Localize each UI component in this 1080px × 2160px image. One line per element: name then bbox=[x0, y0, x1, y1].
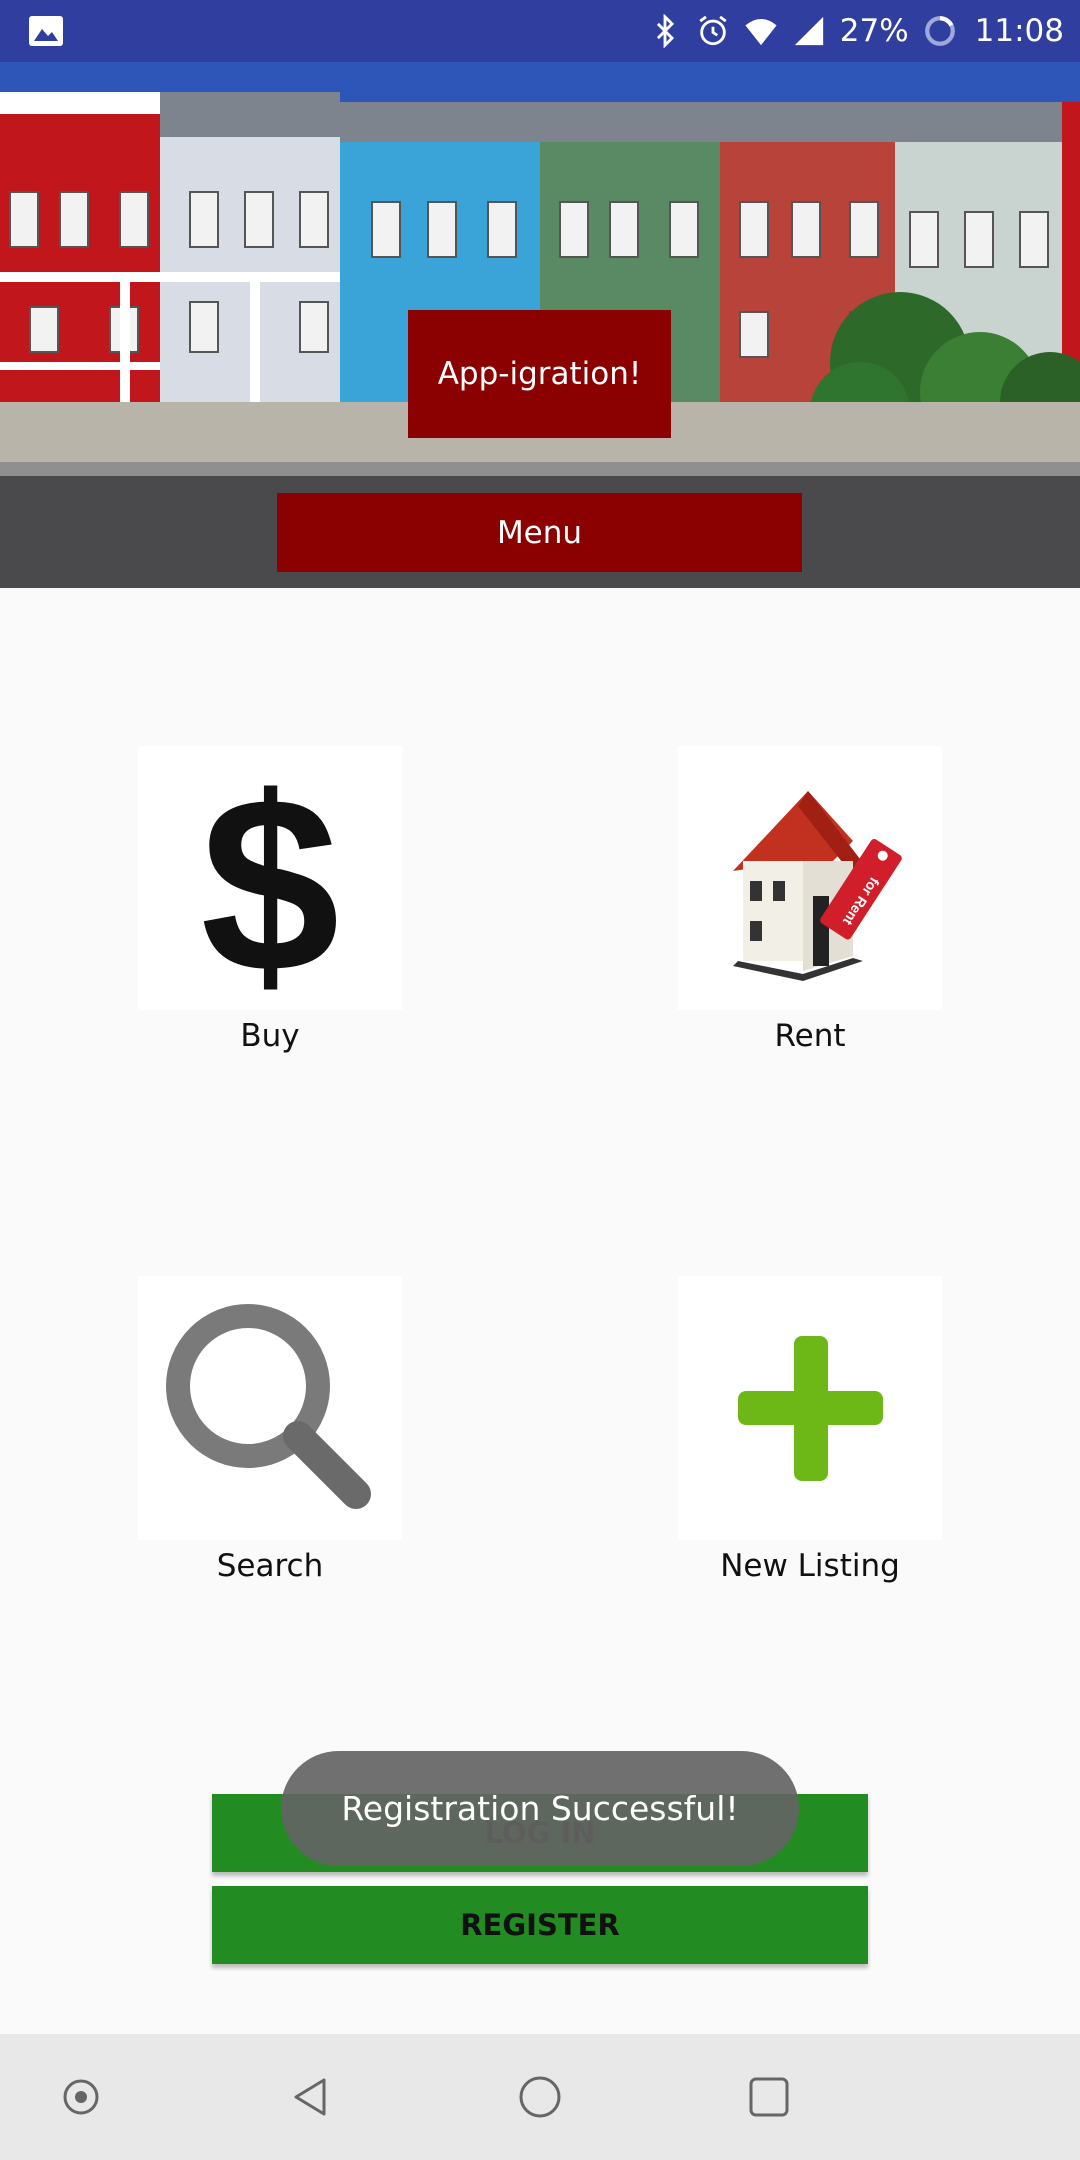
navigation-bar bbox=[0, 2034, 1080, 2160]
back-icon[interactable] bbox=[288, 2074, 334, 2120]
plus-icon bbox=[738, 1336, 883, 1481]
header-banner-image: App-igration! Menu bbox=[0, 62, 1080, 588]
battery-icon bbox=[924, 16, 955, 46]
status-bar: 27% 11:08 bbox=[0, 0, 1080, 62]
search-image[interactable] bbox=[138, 1276, 402, 1540]
signal-icon bbox=[794, 16, 823, 46]
clock: 11:08 bbox=[974, 13, 1064, 49]
alarm-icon bbox=[699, 15, 727, 46]
buy-label: Buy bbox=[240, 1018, 300, 1054]
battery-percentage: 27% bbox=[839, 13, 909, 49]
assist-icon[interactable] bbox=[58, 2074, 104, 2120]
bluetooth-icon bbox=[656, 14, 674, 48]
new-listing-image[interactable] bbox=[678, 1276, 942, 1540]
search-label: Search bbox=[216, 1548, 324, 1584]
magnifier-icon bbox=[166, 1304, 371, 1509]
svg-text:$: $ bbox=[200, 746, 339, 1010]
buy-tile[interactable]: $ Buy bbox=[138, 746, 402, 1054]
registration-toast: Registration Successful! bbox=[281, 1751, 799, 1866]
rent-image[interactable]: for Rent bbox=[678, 746, 942, 1010]
house-for-rent-icon: for Rent bbox=[733, 791, 902, 981]
register-button[interactable]: REGISTER bbox=[212, 1886, 868, 1964]
rent-label: Rent bbox=[774, 1018, 846, 1054]
new-listing-label: New Listing bbox=[720, 1548, 900, 1584]
menu-button[interactable]: Menu bbox=[277, 493, 802, 572]
home-icon[interactable] bbox=[517, 2074, 563, 2120]
wifi-icon bbox=[745, 18, 777, 46]
buy-image[interactable]: $ bbox=[138, 746, 402, 1010]
new-listing-tile[interactable]: New Listing bbox=[678, 1276, 942, 1584]
dollar-icon: $ bbox=[200, 746, 339, 1010]
app-screen: 27% 11:08 App-igration! Menu $ Buy for R… bbox=[0, 0, 1080, 2160]
recents-icon[interactable] bbox=[746, 2074, 792, 2120]
rent-tile[interactable]: for Rent Rent bbox=[678, 746, 942, 1054]
app-title: App-igration! bbox=[408, 310, 671, 438]
search-tile[interactable]: Search bbox=[138, 1276, 402, 1584]
gallery-icon bbox=[29, 16, 63, 46]
